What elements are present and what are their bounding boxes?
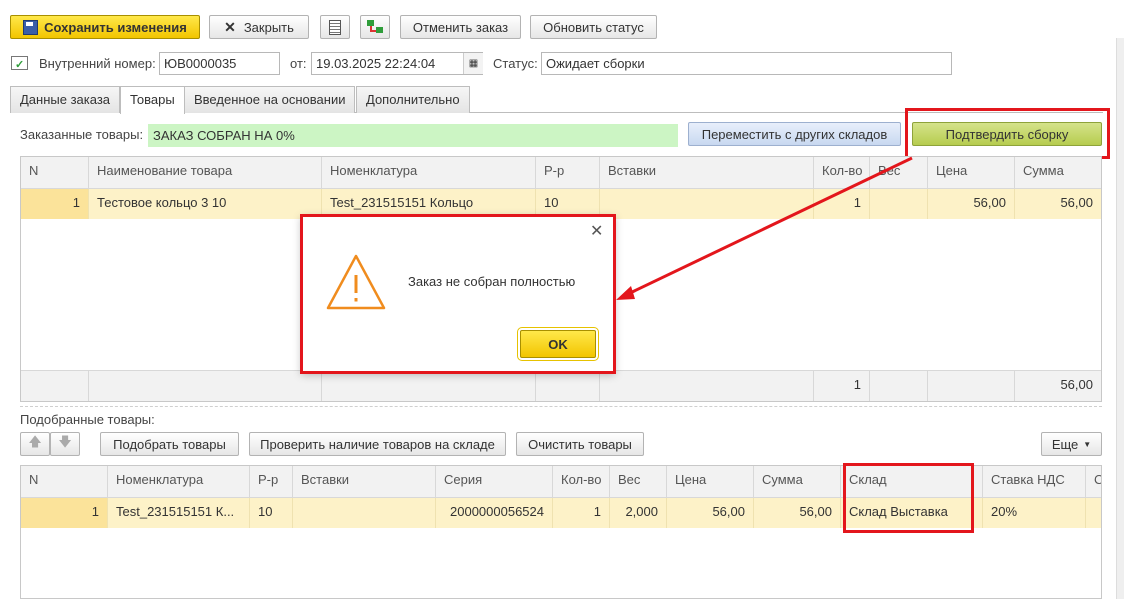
annotation-arrow xyxy=(616,156,913,300)
